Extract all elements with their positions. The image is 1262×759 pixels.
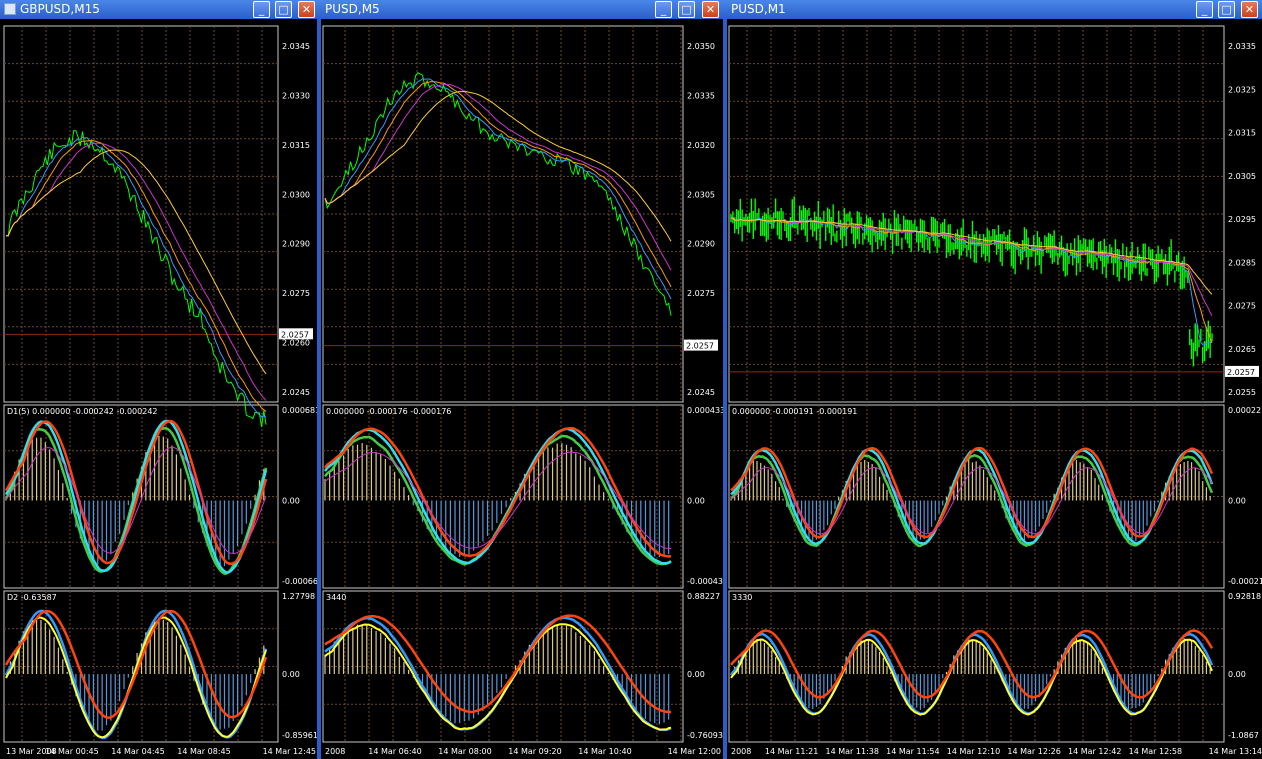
chart-window-pusd-m1[interactable]: PUSD,M1 _ □ ✕ 2.0335 2.0325 2.0315 2.0305 2.…: [727, 0, 1262, 759]
time-axis-label: 14 Mar 12:45: [263, 747, 316, 756]
chart-canvas[interactable]: 2.0345 2.0330 2.0315 2.0300 2.0290 2.0275 2.02…: [0, 19, 317, 759]
time-axis-label: 2008: [731, 747, 751, 756]
window-titlebar[interactable]: GBPUSD,M15 _ □ ✕: [0, 0, 321, 19]
minimize-button[interactable]: _: [253, 1, 270, 18]
current-price-label: 2.0257: [1227, 368, 1255, 377]
indicator-2-axis-label: -0.85961: [282, 731, 317, 740]
minimize-button[interactable]: _: [1196, 1, 1213, 18]
indicator-2-header: 3330: [732, 593, 752, 602]
time-axis-label: 14 Mar 12:42: [1068, 747, 1121, 756]
price-axis-label: 2.0245: [687, 388, 715, 397]
chart-canvas[interactable]: 2.0335 2.0325 2.0315 2.0305 2.0295 2.0285 2.02…: [727, 19, 1262, 759]
time-axis-label: 14 Mar 12:58: [1129, 747, 1182, 756]
time-axis-label: 14 Mar 08:45: [177, 747, 230, 756]
indicator-2-axis-label: -0.76093: [687, 731, 723, 740]
price-axis-label: 2.0275: [282, 289, 310, 298]
time-axis-label: 14 Mar 09:20: [508, 747, 561, 756]
time-axis-label: 2008: [325, 747, 345, 756]
indicator-1-axis-label: 0.000681: [282, 406, 317, 415]
time-axis-label: 14 Mar 11:38: [826, 747, 879, 756]
time-axis-label: 14 Mar 12:10: [947, 747, 1000, 756]
indicator-1-axis-label: -0.00043: [687, 577, 723, 586]
current-price-label: 2.0257: [281, 330, 309, 339]
maximize-button[interactable]: □: [275, 1, 292, 18]
indicator-2-header: D2 -0.63587: [7, 593, 57, 602]
indicator-2-axis-label: 0.00: [282, 670, 300, 679]
time-axis-label: 14 Mar 12:26: [1007, 747, 1060, 756]
window-title: PUSD,M5: [325, 2, 380, 16]
price-axis-label: 2.0275: [687, 289, 715, 298]
price-axis-label: 2.0350: [687, 42, 715, 51]
price-axis-label: 2.0255: [1228, 388, 1256, 397]
indicator-1-axis-label: 0.00: [282, 497, 300, 506]
time-axis-label: 14 Mar 13:14: [1209, 747, 1262, 756]
indicator-1-header: D1(5) 0.000000 -0.000242 -0.000242: [7, 407, 158, 416]
time-axis-label: 14 Mar 10:40: [578, 747, 631, 756]
chart-window-pusd-m5[interactable]: PUSD,M5 _ □ ✕ 2.0350 2.0335 2.0320 2.0305 2.…: [321, 0, 727, 759]
close-button[interactable]: ✕: [298, 1, 315, 18]
indicator-1-axis-label: 0.00: [1228, 497, 1246, 506]
indicator-2-axis-label: 0.00: [687, 670, 705, 679]
price-axis-label: 2.0320: [687, 141, 715, 150]
indicator-1-axis-label: 0.000433: [687, 406, 723, 415]
current-price-label: 2.0257: [686, 342, 714, 351]
price-axis-label: 2.0260: [282, 339, 310, 348]
time-axis-label: 14 Mar 00:45: [45, 747, 98, 756]
indicator-1-axis-label: 0.00: [687, 497, 705, 506]
close-button[interactable]: ✕: [702, 1, 719, 18]
chart-window-gbpusd-m15[interactable]: GBPUSD,M15 _ □ ✕ 2.0345 2.0330 2.0315 2.030…: [0, 0, 321, 759]
indicator-2-axis-label: 0.92818: [1228, 592, 1261, 601]
time-axis-label: 14 Mar 11:54: [886, 747, 939, 756]
price-axis-label: 2.0245: [282, 388, 310, 397]
chart-group: 2.0350 2.0335 2.0320 2.0305 2.0290 2.0275 2.02…: [322, 25, 723, 756]
time-axis-label: 14 Mar 06:40: [368, 747, 421, 756]
chart-group: 2.0345 2.0330 2.0315 2.0300 2.0290 2.0275 2.02…: [3, 25, 317, 756]
indicator-2-axis-label: 0.88227: [687, 592, 720, 601]
price-axis-label: 2.0335: [1228, 42, 1256, 51]
time-axis-label: 14 Mar 08:00: [438, 747, 491, 756]
price-axis-label: 2.0315: [1228, 129, 1256, 138]
price-axis-label: 2.0305: [1228, 172, 1256, 181]
price-axis-label: 2.0335: [687, 91, 715, 100]
price-axis-label: 2.0295: [1228, 215, 1256, 224]
price-axis-label: 2.0290: [687, 240, 715, 249]
minimize-button[interactable]: _: [655, 1, 672, 18]
price-axis-label: 2.0325: [1228, 85, 1256, 94]
price-axis-label: 2.0285: [1228, 258, 1256, 267]
indicator-1-header: 0.000000 -0.000176 -0.000176: [326, 407, 451, 416]
price-axis-label: 2.0315: [282, 141, 310, 150]
price-axis-label: 2.0330: [282, 91, 310, 100]
indicator-2-axis-label: -1.0867: [1228, 731, 1259, 740]
price-axis-label: 2.0275: [1228, 302, 1256, 311]
price-axis-label: 2.0305: [687, 190, 715, 199]
indicator-2-header: 3440: [326, 593, 346, 602]
close-button[interactable]: ✕: [1241, 1, 1258, 18]
window-titlebar[interactable]: PUSD,M1 _ □ ✕: [727, 0, 1262, 19]
window-title: GBPUSD,M15: [20, 2, 100, 16]
maximize-button[interactable]: □: [678, 1, 695, 18]
window-title: PUSD,M1: [731, 2, 786, 16]
indicator-1-axis-label: 0.00022: [1228, 406, 1261, 415]
chart-app-icon: [4, 3, 16, 15]
chart-canvas[interactable]: 2.0350 2.0335 2.0320 2.0305 2.0290 2.0275 2.02…: [321, 19, 723, 759]
time-axis-label: 14 Mar 12:00: [668, 747, 721, 756]
price-axis-label: 2.0345: [282, 42, 310, 51]
time-axis-label: 14 Mar 04:45: [111, 747, 164, 756]
indicator-2-axis-label: 0.00: [1228, 670, 1246, 679]
price-axis-label: 2.0265: [1228, 345, 1256, 354]
chart-group: 2.0335 2.0325 2.0315 2.0305 2.0295 2.0285 2.02…: [728, 25, 1262, 756]
time-axis-label: 14 Mar 11:21: [765, 747, 818, 756]
indicator-1-axis-label: -0.00066: [282, 577, 317, 586]
price-axis-label: 2.0290: [282, 240, 310, 249]
indicator-2-axis-label: 1.27798: [282, 592, 315, 601]
indicator-1-axis-label: -0.00021: [1228, 577, 1262, 586]
window-titlebar[interactable]: PUSD,M5 _ □ ✕: [321, 0, 727, 19]
maximize-button[interactable]: □: [1218, 1, 1235, 18]
indicator-1-header: 0.000000 -0.000191 -0.000191: [732, 407, 857, 416]
price-axis-label: 2.0300: [282, 190, 310, 199]
